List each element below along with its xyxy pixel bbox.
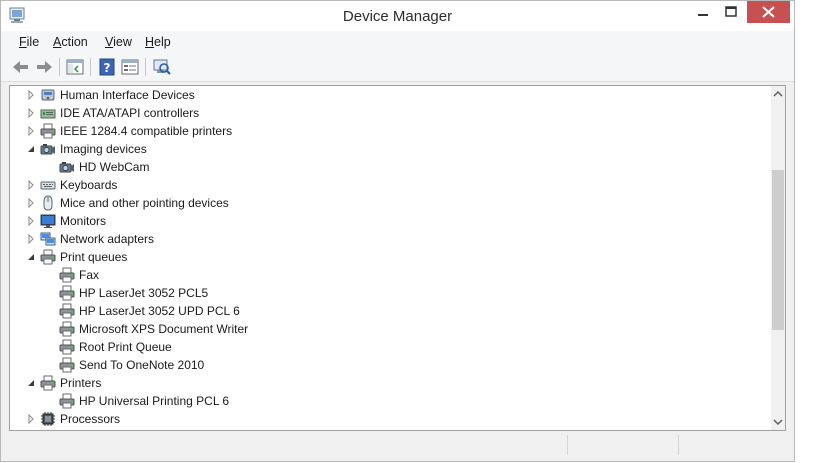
toolbar-separator: [145, 58, 146, 76]
tree-item-label: HP LaserJet 3052 UPD PCL 6: [79, 304, 240, 318]
tree-item-label: HD WebCam: [79, 160, 150, 174]
tree-device-item[interactable]: HP LaserJet 3052 PCL5: [10, 284, 770, 302]
camera-icon: [59, 162, 74, 173]
device-manager-window: Device Manager File Action View Help ? H…: [0, 0, 795, 462]
tree-item-label: Imaging devices: [60, 142, 147, 156]
printer-icon: [40, 375, 56, 391]
menu-view[interactable]: View: [105, 35, 132, 49]
collapsed-triangle-icon[interactable]: [26, 107, 36, 119]
tree-item-label: Human Interface Devices: [60, 88, 195, 102]
tree-category-item[interactable]: IEEE 1284.4 compatible printers: [10, 122, 770, 140]
collapsed-triangle-icon[interactable]: [26, 89, 36, 101]
status-cell-main: [9, 435, 568, 455]
network-adapter-icon: [40, 232, 56, 246]
expanded-triangle-icon[interactable]: [26, 377, 36, 389]
monitor-icon: [40, 214, 56, 228]
collapsed-triangle-icon[interactable]: [26, 197, 36, 209]
tree-item-label: Mice and other pointing devices: [60, 196, 229, 210]
tree-category-item[interactable]: Keyboards: [10, 176, 770, 194]
properties-icon[interactable]: [120, 57, 140, 77]
tree-device-item[interactable]: Fax: [10, 266, 770, 284]
printer-icon: [59, 393, 75, 409]
tree-item-label: Root Print Queue: [79, 340, 172, 354]
scan-hardware-changes-icon[interactable]: [152, 57, 172, 77]
tree-item-label: Send To OneNote 2010: [79, 358, 205, 372]
collapsed-triangle-icon[interactable]: [26, 215, 36, 227]
tree-device-item[interactable]: HD WebCam: [10, 158, 770, 176]
show-hide-console-tree-icon[interactable]: [65, 57, 85, 77]
maximize-button[interactable]: [717, 1, 745, 23]
tree-item-label: Processors: [60, 412, 121, 426]
toolbar: ?: [1, 53, 794, 82]
tree-item-label: Keyboards: [60, 178, 118, 192]
title-bar[interactable]: Device Manager: [1, 1, 794, 31]
scroll-up-arrow-icon[interactable]: [771, 86, 785, 103]
tree-item-label: HP Universal Printing PCL 6: [79, 394, 230, 408]
printer-icon: [59, 357, 75, 373]
back-arrow-icon[interactable]: [11, 57, 31, 77]
tree-device-item[interactable]: Microsoft XPS Document Writer: [10, 320, 770, 338]
camera-icon: [40, 144, 55, 155]
menu-action[interactable]: Action: [53, 35, 88, 49]
tree-category-item[interactable]: Human Interface Devices: [10, 86, 770, 104]
tree-category-item[interactable]: Mice and other pointing devices: [10, 194, 770, 212]
scroll-down-arrow-icon[interactable]: [771, 413, 785, 430]
keyboard-icon: [40, 181, 56, 190]
ide-controller-icon: [40, 109, 56, 119]
status-cell-secondary: [568, 435, 679, 455]
svg-text:?: ?: [104, 61, 111, 75]
menu-bar: File Action View Help: [1, 31, 794, 53]
tree-category-item[interactable]: Printers: [10, 374, 770, 392]
mouse-icon: [43, 195, 53, 211]
tree-item-label: Microsoft XPS Document Writer: [79, 322, 249, 336]
printer-icon: [59, 303, 75, 319]
tree-category-item[interactable]: Print queues: [10, 248, 770, 266]
tree-item-label: Print queues: [60, 250, 128, 264]
menu-file[interactable]: File: [19, 35, 39, 49]
processor-icon: [41, 412, 55, 426]
tree-device-item[interactable]: HP Universal Printing PCL 6: [10, 392, 770, 410]
tree-device-item[interactable]: HP LaserJet 3052 UPD PCL 6: [10, 302, 770, 320]
tree-device-item[interactable]: Send To OneNote 2010: [10, 356, 770, 374]
expanded-triangle-icon[interactable]: [26, 251, 36, 263]
toolbar-separator: [59, 58, 60, 76]
vertical-scrollbar[interactable]: [771, 86, 785, 430]
window-title: Device Manager: [342, 8, 453, 25]
printer-icon: [40, 249, 56, 265]
tree-item-label: IEEE 1284.4 compatible printers: [60, 124, 233, 138]
collapsed-triangle-icon[interactable]: [26, 179, 36, 191]
hid-icon: [41, 89, 55, 101]
close-button[interactable]: [747, 1, 790, 23]
collapsed-triangle-icon[interactable]: [26, 413, 36, 425]
printer-icon: [59, 339, 75, 355]
printer-icon: [59, 267, 75, 283]
printer-icon: [59, 285, 75, 301]
forward-arrow-icon[interactable]: [34, 57, 54, 77]
tree-category-item[interactable]: IDE ATA/ATAPI controllers: [10, 104, 770, 122]
menu-help[interactable]: Help: [145, 35, 171, 49]
toolbar-separator: [90, 58, 91, 76]
tree-category-item[interactable]: Imaging devices: [10, 140, 770, 158]
help-icon[interactable]: ?: [97, 57, 117, 77]
tree-category-item[interactable]: Monitors: [10, 212, 770, 230]
tree-device-item[interactable]: Root Print Queue: [10, 338, 770, 356]
collapsed-triangle-icon[interactable]: [26, 125, 36, 137]
tree-item-label: Monitors: [60, 214, 107, 228]
tree-category-item[interactable]: Network adapters: [10, 230, 770, 248]
expanded-triangle-icon[interactable]: [26, 143, 36, 155]
tree-item-label: Printers: [60, 376, 102, 390]
collapsed-triangle-icon[interactable]: [26, 233, 36, 245]
tree-item-label: IDE ATA/ATAPI controllers: [60, 106, 200, 120]
tree-item-label: Network adapters: [60, 232, 155, 246]
printer-icon: [40, 123, 56, 139]
minimize-button[interactable]: [689, 1, 717, 23]
scrollbar-thumb[interactable]: [772, 170, 784, 330]
tree-item-label: HP LaserJet 3052 PCL5: [79, 286, 209, 300]
printer-icon: [59, 321, 75, 337]
tree-item-label: Fax: [79, 268, 100, 282]
status-bar: [9, 434, 786, 456]
tree-category-item[interactable]: Processors: [10, 410, 770, 428]
device-tree[interactable]: Human Interface Devices IDE ATA/ATAPI con…: [9, 85, 786, 431]
